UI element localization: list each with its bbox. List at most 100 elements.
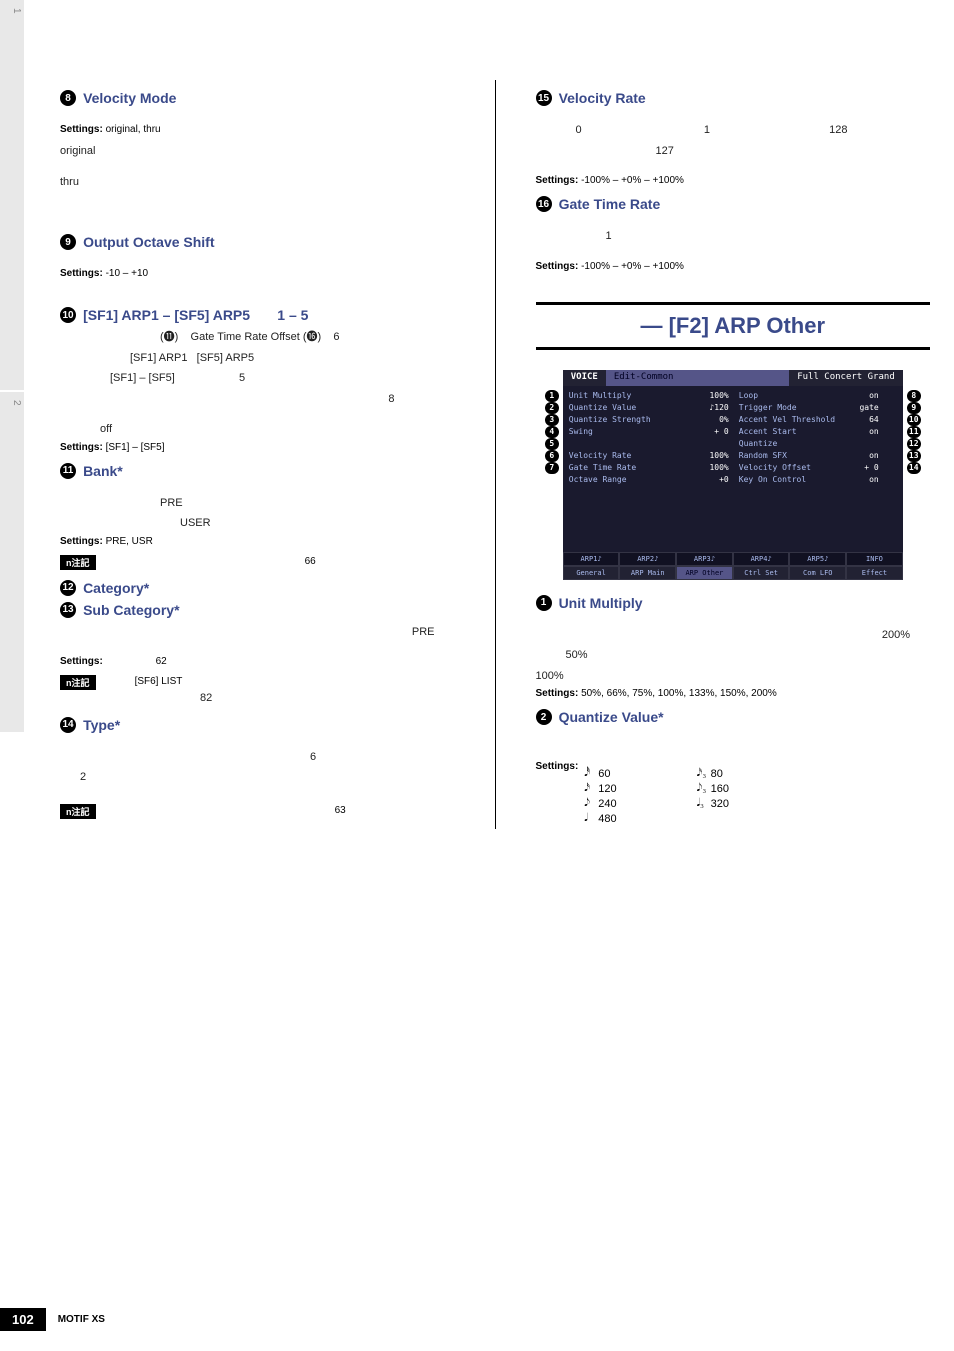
quantize-col: 𝅘𝅥𝅯₃80 𝅘𝅥𝅮₃160 𝅘𝅥₃ 320 <box>697 767 729 825</box>
num-12-icon: 12 <box>60 580 76 596</box>
screen-tabs: ARP1♪ARP2♪ARP3♪ARP4♪ARP5♪INFO GeneralARP… <box>563 552 903 580</box>
note-14-text: 63 <box>105 805 346 816</box>
quantize-val: 320 <box>711 798 729 810</box>
section-title: — [F2] ARP Other <box>536 305 931 347</box>
f-tab[interactable]: Com LFO <box>789 566 846 580</box>
heading-12: 12 Category* <box>60 580 455 596</box>
note-icon: 𝅘𝅥𝅮 <box>584 797 594 810</box>
num-2b-icon: 2 <box>536 709 552 725</box>
page-content: 8 Velocity Mode Settings: original, thru… <box>60 80 930 829</box>
f-tab[interactable]: ARP Main <box>619 566 676 580</box>
heading-9: 9 Output Octave Shift <box>60 234 455 250</box>
p1b-c: 100% <box>536 668 931 685</box>
f-tab[interactable]: ARP Other <box>676 566 733 580</box>
p10c: [SF1] – [SF5] 5 <box>60 370 455 387</box>
note-13-text1: [SF6] LIST <box>105 676 183 687</box>
num-10-icon: 10 <box>60 307 76 323</box>
quantize-val: 480 <box>598 813 616 825</box>
sf-tab[interactable]: ARP3♪ <box>676 552 733 566</box>
screen-row: Velocity Rate100%Random SFXon <box>569 450 897 462</box>
heading-14: 14 Type* <box>60 717 455 733</box>
quantize-row: 𝅘𝅥𝅯 120 <box>584 782 616 795</box>
title-13: Sub Category* <box>83 602 179 618</box>
callout-3: 3 <box>545 414 559 426</box>
note-13-text2: 82 <box>60 690 455 707</box>
callout-13: 13 <box>907 450 921 462</box>
heading-8: 8 Velocity Mode <box>60 90 455 106</box>
p10e: off <box>60 421 455 438</box>
heading-13: 13 Sub Category* <box>60 602 455 618</box>
screen-voicename: Full Concert Grand <box>789 370 903 386</box>
callout-6: 6 <box>545 450 559 462</box>
sf-tab[interactable]: ARP4♪ <box>733 552 790 566</box>
p16a: 1 <box>536 228 931 245</box>
quantize-val: 240 <box>598 798 616 810</box>
num-15-icon: 15 <box>536 90 552 106</box>
settings-15-val: -100% – +0% – +100% <box>581 175 684 186</box>
screen-row: Octave Range+0Key On Controlon <box>569 474 897 486</box>
note-icon: 𝅘𝅥 <box>584 812 594 825</box>
num-9-icon: 9 <box>60 234 76 250</box>
heading-11: 11 Bank* <box>60 463 455 479</box>
p15a: 0 1 128 <box>536 122 931 139</box>
def-thru: thru <box>60 174 455 191</box>
column-divider <box>495 80 496 829</box>
p14a: 6 <box>60 749 455 766</box>
callout-5: 5 <box>545 438 559 450</box>
settings-10-label: Settings: <box>60 442 103 453</box>
settings-13: Settings: 62 <box>60 656 455 667</box>
quantize-row: 𝅘𝅥𝅮₃160 <box>697 782 729 795</box>
num-1b-icon: 1 <box>536 595 552 611</box>
settings-13-label: Settings: <box>60 656 103 667</box>
settings-16-label: Settings: <box>536 261 579 272</box>
p10b: [SF1] ARP1 [SF5] ARP5 <box>60 350 455 367</box>
sf-tab[interactable]: INFO <box>846 552 903 566</box>
callout-11: 11 <box>907 426 921 438</box>
p14b: 2 <box>60 769 455 786</box>
side-tab-1: 1 <box>0 0 24 390</box>
p15b: 127 <box>536 143 931 160</box>
screen-row: Swing+ 0Accent Start Quantizeon <box>569 426 897 450</box>
title-16: Gate Time Rate <box>559 196 661 212</box>
p10d: 8 <box>60 391 455 408</box>
section-arp-other: — [F2] ARP Other <box>536 302 931 350</box>
callouts-right: 8 9 10 11 12 13 14 <box>907 390 921 474</box>
heading-16: 16 Gate Time Rate <box>536 196 931 212</box>
note-14: n注記 63 <box>60 804 455 819</box>
callout-1: 1 <box>545 390 559 402</box>
p10a: (⓫) Gate Time Rate Offset (⓰) 6 <box>60 329 455 346</box>
section-rule-bottom <box>536 347 931 350</box>
screen-voice: VOICE <box>563 370 606 386</box>
quantize-val: 120 <box>598 783 616 795</box>
note-icon: 𝅘𝅥𝅯 <box>584 782 594 795</box>
quantize-val: 160 <box>711 783 729 795</box>
p1b-a: 200% <box>536 627 931 644</box>
num-13-icon: 13 <box>60 602 76 618</box>
note-icon: 𝅘𝅥₃ <box>697 797 707 810</box>
title-9: Output Octave Shift <box>83 234 214 250</box>
sf-tab[interactable]: ARP2♪ <box>619 552 676 566</box>
settings-16-val: -100% – +0% – +100% <box>581 261 684 272</box>
quantize-row: 𝅘𝅥𝅯₃80 <box>697 767 729 780</box>
heading-15: 15 Velocity Rate <box>536 90 931 106</box>
callout-2: 2 <box>545 402 559 414</box>
sf-tab[interactable]: ARP5♪ <box>789 552 846 566</box>
note-11-label: n注記 <box>60 555 96 570</box>
settings-11: Settings: PRE, USR <box>60 536 455 547</box>
num-8-icon: 8 <box>60 90 76 106</box>
quantize-row: 𝅘𝅥𝅮 240 <box>584 797 616 810</box>
sf-tab[interactable]: ARP1♪ <box>563 552 620 566</box>
f-tab[interactable]: General <box>563 566 620 580</box>
quantize-row: 𝅘𝅥 480 <box>584 812 616 825</box>
callout-8: 8 <box>907 390 921 402</box>
settings-9: Settings: -10 – +10 <box>60 268 455 279</box>
settings-1b-label: Settings: <box>536 688 579 699</box>
heading-2b: 2 Quantize Value* <box>536 709 931 725</box>
f-tab[interactable]: Effect <box>846 566 903 580</box>
screen-row: Unit Multiply100%Loopon <box>569 390 897 402</box>
settings-15: Settings: -100% – +0% – +100% <box>536 175 931 186</box>
f-tab[interactable]: Ctrl Set <box>733 566 790 580</box>
note-14-label: n注記 <box>60 804 96 819</box>
left-column: 8 Velocity Mode Settings: original, thru… <box>60 80 455 829</box>
settings-11-label: Settings: <box>60 536 103 547</box>
